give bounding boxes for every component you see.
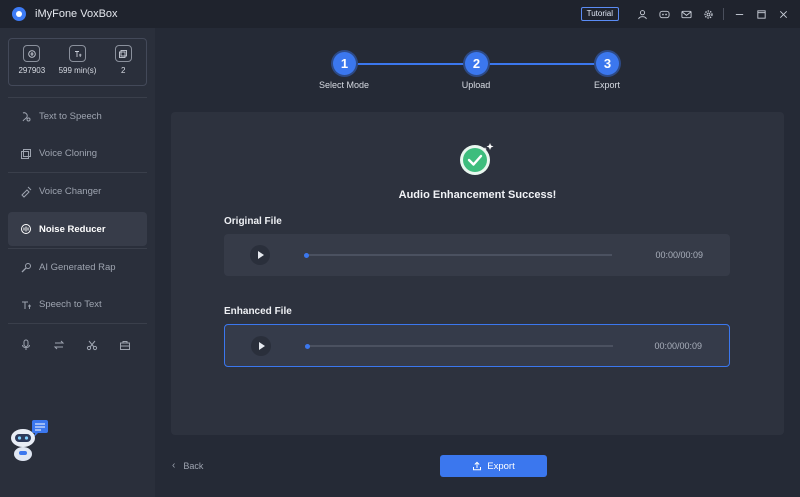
usage-stats: 297903 599 min(s) 2 (8, 38, 147, 86)
enhanced-time: 00:00/00:09 (654, 340, 702, 351)
sidebar-item-label: Voice Changer (39, 186, 102, 197)
back-label: Back (183, 460, 204, 471)
original-progress-track[interactable] (304, 252, 612, 258)
stat-minutes: 599 min(s) (55, 39, 101, 85)
maximize-icon[interactable] (750, 0, 772, 28)
sidebar-item-label: Speech to Text (39, 299, 102, 310)
minimize-icon[interactable] (728, 0, 750, 28)
step-connector (488, 63, 608, 65)
convert-icon[interactable] (53, 339, 65, 351)
sidebar-item-noise-reducer[interactable]: Noise Reducer (8, 212, 147, 246)
step-2-indicator: 2 (465, 52, 488, 75)
export-icon (473, 461, 482, 471)
app-logo-icon (12, 7, 26, 21)
sidebar-item-label: Noise Reducer (39, 223, 106, 235)
speech-text-icon (20, 299, 32, 311)
step-1-indicator: 1 (333, 52, 356, 75)
stat-characters: 297903 (9, 39, 55, 85)
step-connector (356, 63, 476, 65)
assistant-robot-icon[interactable] (6, 418, 50, 462)
discord-icon[interactable] (653, 0, 675, 28)
sidebar-item-speech-to-text[interactable]: Speech to Text (0, 286, 155, 323)
sidebar-item-ai-generated-rap[interactable]: AI Generated Rap (0, 249, 155, 286)
original-file-label: Original File (224, 216, 282, 227)
success-check-icon (459, 140, 495, 176)
character-count-icon (23, 45, 41, 62)
stat-copies: 2 (100, 39, 146, 85)
microphone-text-icon (20, 111, 32, 123)
app-title: iMyFone VoxBox (35, 8, 118, 20)
title-bar-divider (723, 8, 724, 20)
export-button[interactable]: Export (440, 455, 547, 477)
chevron-left-icon: ‹ (172, 460, 176, 471)
sidebar-tools (0, 324, 155, 366)
rap-icon (20, 262, 32, 274)
stat-minutes-value: 599 min(s) (58, 66, 97, 75)
title-bar: iMyFone VoxBox Tutorial (0, 0, 800, 28)
stat-characters-value: 297903 (18, 66, 46, 75)
scissors-icon[interactable] (86, 339, 98, 351)
step-3-indicator: 3 (596, 52, 619, 75)
result-panel: Audio Enhancement Success! Original File… (171, 112, 784, 435)
progress-steps: 1 2 3 Select Mode Upload Export (155, 28, 800, 100)
title-bar-controls: Tutorial (580, 0, 800, 28)
enhanced-play-button[interactable] (251, 335, 271, 356)
voice-changer-icon (20, 186, 32, 198)
sidebar: 297903 599 min(s) 2 Text to Speech Voice… (0, 28, 155, 497)
copy-count-icon (114, 45, 132, 62)
text-minutes-icon (69, 45, 86, 62)
voice-clone-icon (20, 148, 32, 160)
sidebar-item-text-to-speech[interactable]: Text to Speech (0, 98, 155, 135)
user-icon[interactable] (631, 0, 653, 28)
back-button[interactable]: ‹ Back (172, 460, 203, 471)
enhanced-progress-track[interactable] (305, 343, 613, 349)
sidebar-item-label: Voice Cloning (39, 148, 98, 159)
close-icon[interactable] (772, 0, 794, 28)
sidebar-item-voice-cloning[interactable]: Voice Cloning (0, 135, 155, 172)
step-2-label: Upload (461, 80, 491, 90)
mail-icon[interactable] (675, 0, 697, 28)
original-file-player: 00:00/00:09 (224, 234, 730, 276)
sidebar-item-voice-changer[interactable]: Voice Changer (0, 173, 155, 210)
original-time: 00:00/00:09 (655, 250, 703, 260)
sidebar-item-label: Text to Speech (39, 111, 102, 122)
export-label: Export (487, 460, 515, 472)
sidebar-nav: Text to Speech Voice Cloning Voice Chang… (0, 97, 155, 366)
sidebar-item-label: AI Generated Rap (39, 262, 116, 273)
toolbox-icon[interactable] (119, 339, 131, 351)
original-play-button[interactable] (250, 245, 270, 265)
noise-reducer-icon (20, 223, 32, 235)
enhanced-progress-knob[interactable] (305, 343, 310, 349)
stat-copies-value: 2 (120, 66, 126, 75)
success-title: Audio Enhancement Success! (398, 189, 557, 201)
original-progress-knob[interactable] (304, 252, 309, 258)
enhanced-file-player: 00:00/00:09 (224, 324, 730, 367)
enhanced-file-label: Enhanced File (224, 306, 292, 317)
settings-gear-icon[interactable] (697, 0, 719, 28)
tutorial-button[interactable]: Tutorial (580, 7, 619, 21)
step-3-label: Export (593, 80, 620, 90)
step-1-label: Select Mode (318, 80, 370, 90)
microphone-icon[interactable] (20, 339, 32, 351)
